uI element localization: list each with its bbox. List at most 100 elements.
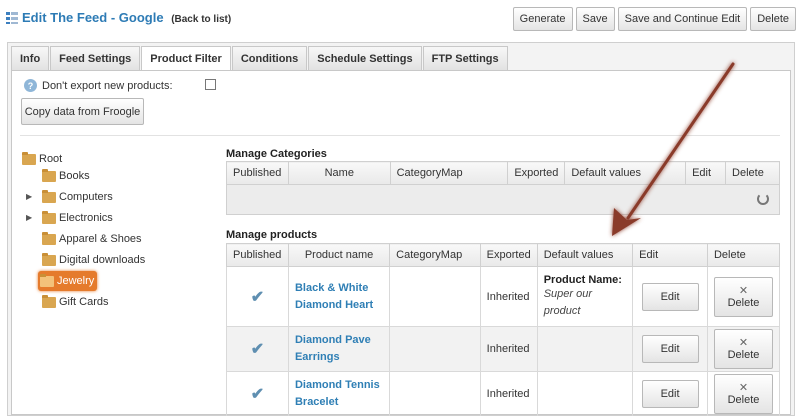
feed-icon <box>6 12 18 24</box>
column-header[interactable]: Exported <box>479 243 538 267</box>
category-map-cell <box>389 266 481 327</box>
categories-pager <box>226 185 780 215</box>
published-cell: ✔ <box>226 326 289 372</box>
tab-conditions[interactable]: Conditions <box>231 46 308 70</box>
delete-cell: ✕ Delete <box>706 326 781 372</box>
product-name-link[interactable]: Black & White <box>295 280 383 297</box>
dont-export-label: Don't export new products: <box>42 80 173 92</box>
delete-button[interactable]: Delete <box>750 7 796 31</box>
tree-item-electronics[interactable]: Electronics <box>42 209 113 227</box>
save-continue-button[interactable]: Save and Continue Edit <box>617 7 748 31</box>
tab-schedule-settings[interactable]: Schedule Settings <box>308 46 422 70</box>
products-table: Published Product name CategoryMap Expor… <box>226 243 781 416</box>
tree-item-jewelry[interactable]: Jewelry <box>38 271 98 291</box>
folder-icon <box>42 210 56 224</box>
edit-button[interactable]: Edit <box>641 380 699 408</box>
product-name-cell[interactable]: Black & White Diamond Heart <box>287 266 391 327</box>
delete-row-button[interactable]: ✕ Delete <box>713 276 773 317</box>
category-map-cell <box>389 371 481 416</box>
column-header[interactable]: Edit <box>632 243 708 267</box>
table-row: ✔ Diamond Pave Earrings Inherited Edit ✕… <box>226 326 781 372</box>
folder-icon <box>40 273 54 287</box>
default-value-text: Super our <box>543 287 593 300</box>
product-name-link[interactable]: Diamond Pave <box>295 332 383 349</box>
refresh-icon[interactable] <box>757 193 769 205</box>
help-icon[interactable]: ? <box>24 79 37 92</box>
close-icon: ✕ <box>738 284 749 297</box>
folder-icon <box>42 252 56 266</box>
checkmark-icon: ✔ <box>250 288 265 306</box>
table-row: ✔ Diamond Tennis Bracelet Inherited Edit… <box>226 371 781 416</box>
page-title: Edit The Feed - Google (Back to list) <box>22 10 231 25</box>
tree-item-apparel-shoes[interactable]: Apparel & Shoes <box>42 230 142 248</box>
tree-item-computers[interactable]: Computers <box>42 188 113 206</box>
default-values-cell <box>536 371 634 416</box>
exported-cell: Inherited <box>479 266 538 327</box>
delete-label: Delete <box>727 349 760 361</box>
column-header[interactable]: Product name <box>287 243 391 267</box>
default-values-cell: Product Name: Super our product <box>536 266 634 327</box>
table-row: ✔ Black & White Diamond Heart Inherited … <box>226 266 781 327</box>
tab-feed-settings[interactable]: Feed Settings <box>50 46 141 70</box>
back-to-list-link[interactable]: (Back to list) <box>171 14 231 25</box>
column-header[interactable]: Edit <box>685 161 727 185</box>
checkmark-icon: ✔ <box>250 386 265 403</box>
tree-item-label: Apparel & Shoes <box>59 233 142 245</box>
tab-product-filter[interactable]: Product Filter <box>141 46 231 71</box>
edit-button[interactable]: Edit <box>641 335 699 363</box>
tab-info[interactable]: Info <box>11 46 50 70</box>
edit-button[interactable]: Edit <box>641 282 699 311</box>
exported-cell: Inherited <box>479 326 538 372</box>
divider <box>20 135 780 136</box>
close-icon: ✕ <box>738 337 749 349</box>
column-header[interactable]: Name <box>287 161 391 185</box>
edit-cell: Edit <box>632 326 708 372</box>
product-name-link[interactable]: Diamond Heart <box>295 297 383 314</box>
delete-row-button[interactable]: ✕ Delete <box>713 374 773 414</box>
dont-export-checkbox[interactable] <box>205 79 216 90</box>
save-button[interactable]: Save <box>575 7 615 31</box>
published-cell: ✔ <box>226 371 289 416</box>
generate-button[interactable]: Generate <box>512 7 573 31</box>
product-name-link[interactable]: Diamond Tennis <box>295 377 383 394</box>
folder-icon <box>22 151 36 165</box>
default-value-label: Product Name: <box>543 273 622 286</box>
product-name-link[interactable]: Earrings <box>295 349 383 366</box>
delete-cell: ✕ Delete <box>706 266 781 327</box>
column-header[interactable]: Default values <box>536 243 634 267</box>
column-header[interactable]: Published <box>226 243 289 267</box>
tree-item-label: Electronics <box>59 212 113 224</box>
edit-cell: Edit <box>632 266 708 327</box>
tree-item-books[interactable]: Books <box>42 167 90 185</box>
column-header[interactable]: CategoryMap <box>389 161 509 185</box>
tree-root-label: Root <box>39 153 63 165</box>
copy-from-froogle-button[interactable]: Copy data from Froogle <box>21 98 144 125</box>
product-name-cell[interactable]: Diamond Pave Earrings <box>287 326 391 372</box>
page-title-text: Edit The Feed - Google <box>22 10 164 25</box>
tree-item-label: Computers <box>59 191 113 203</box>
product-name-cell[interactable]: Diamond Tennis Bracelet <box>287 371 391 416</box>
manage-categories-title: Manage Categories <box>226 148 327 160</box>
tree-item-digital-downloads[interactable]: Digital downloads <box>42 251 145 269</box>
delete-row-button[interactable]: ✕ Delete <box>713 329 773 369</box>
manage-products-title: Manage products <box>226 229 318 241</box>
column-header[interactable]: Published <box>226 161 289 185</box>
tab-ftp-settings[interactable]: FTP Settings <box>422 46 508 70</box>
expand-arrow-icon[interactable]: ▶ <box>26 192 32 201</box>
page-header: Edit The Feed - Google (Back to list) Ge… <box>0 0 800 38</box>
tab-bar: Info Feed Settings Product Filter Condit… <box>11 46 509 71</box>
tree-item-label: Books <box>59 170 90 182</box>
expand-arrow-icon[interactable]: ▶ <box>26 213 32 222</box>
tree-item-label: Jewelry <box>57 275 95 287</box>
product-name-link[interactable]: Bracelet <box>295 394 383 411</box>
column-header[interactable]: Exported <box>507 161 566 185</box>
column-header[interactable]: Delete <box>725 161 780 185</box>
tree-root[interactable]: Root <box>22 150 62 168</box>
tree-item-gift-cards[interactable]: Gift Cards <box>42 293 109 311</box>
categories-table: Published Name CategoryMap Exported Defa… <box>226 161 780 185</box>
category-map-cell <box>389 326 481 372</box>
folder-icon <box>42 189 56 203</box>
column-header[interactable]: CategoryMap <box>389 243 481 267</box>
column-header[interactable]: Delete <box>706 243 781 267</box>
column-header[interactable]: Default values <box>564 161 687 185</box>
